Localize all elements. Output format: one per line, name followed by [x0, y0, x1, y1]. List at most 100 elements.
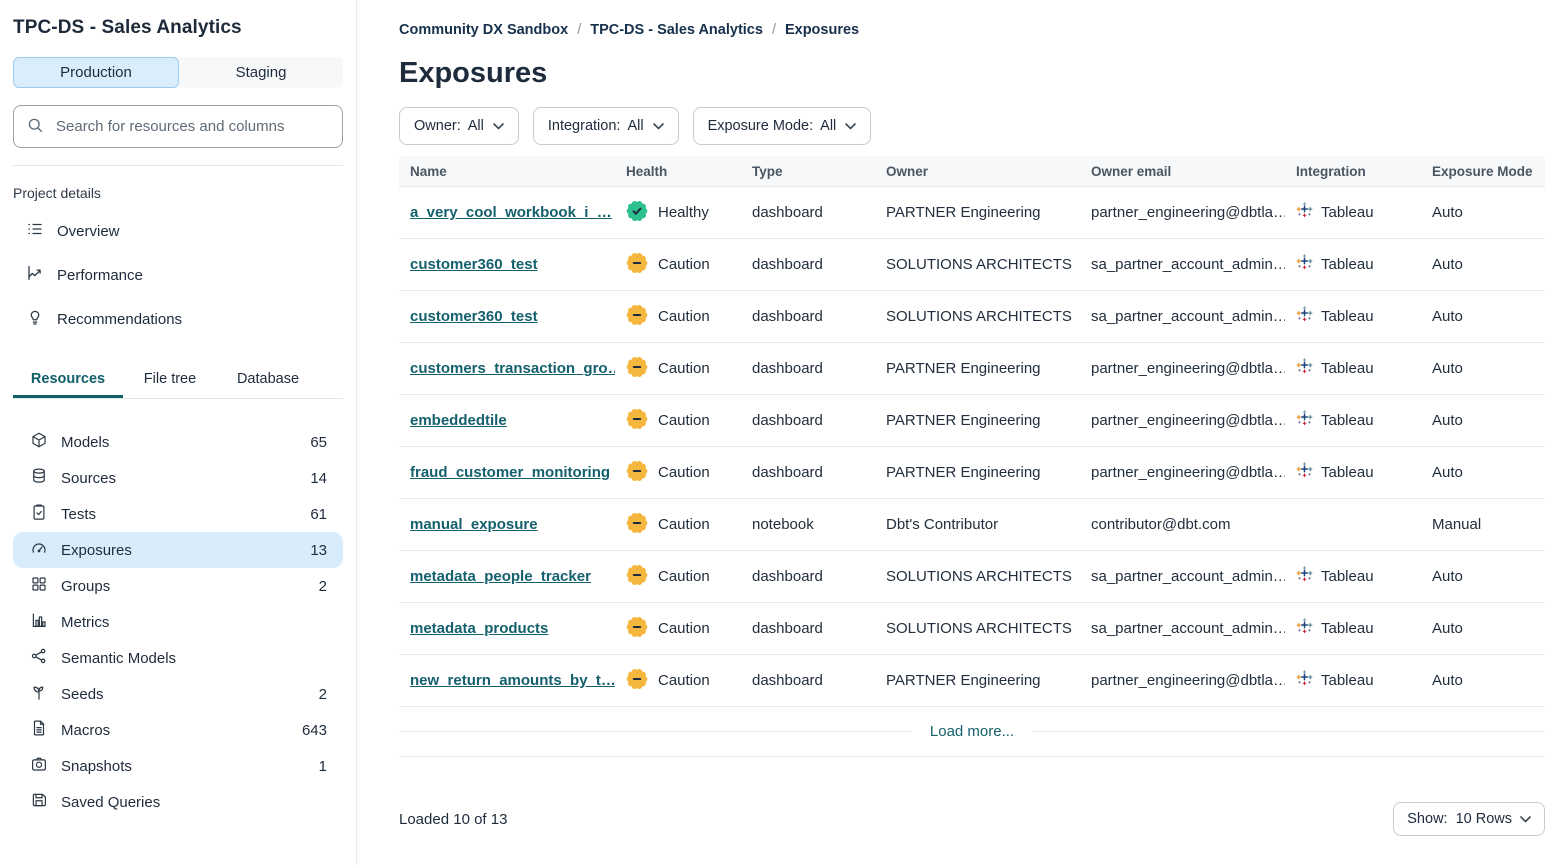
sidebar-item-semantic-models[interactable]: Semantic Models: [13, 640, 343, 676]
integration-cell: Tableau: [1285, 358, 1421, 379]
health-cell: Caution: [615, 408, 741, 434]
column-header-integration: Integration: [1285, 164, 1421, 179]
exposure-name-link[interactable]: embeddedtile: [410, 412, 507, 429]
exposure-name-link[interactable]: customers_transaction_gro…: [410, 360, 615, 377]
sidebar-item-macros[interactable]: Macros643: [13, 712, 343, 748]
table-row: a_very_cool_workbook_i_…Healthydashboard…: [399, 187, 1545, 239]
save-icon: [30, 791, 61, 813]
nav-item-overview[interactable]: Overview: [13, 209, 343, 253]
column-header-owner: Owner: [875, 164, 1080, 179]
load-more-row: Load more...: [399, 707, 1545, 757]
integration-cell: Tableau: [1285, 254, 1421, 275]
health-label: Caution: [658, 308, 710, 325]
nav-item-performance[interactable]: Performance: [13, 253, 343, 297]
owner-email-cell: contributor@dbt.com: [1080, 516, 1285, 533]
resource-count: 61: [310, 506, 327, 523]
exposure-name-link[interactable]: customer360_test: [410, 308, 538, 325]
chevron-down-icon: [653, 118, 664, 134]
tab-resources[interactable]: Resources: [13, 362, 123, 398]
file-text-icon: [30, 719, 61, 741]
exposure-name-link[interactable]: a_very_cool_workbook_i_…: [410, 204, 612, 221]
exposures-table-header: NameHealthTypeOwnerOwner emailIntegratio…: [399, 156, 1545, 187]
sidebar-item-exposures[interactable]: Exposures13: [13, 532, 343, 568]
integration-cell: Tableau: [1285, 202, 1421, 223]
filter-label: Exposure Mode:: [708, 118, 814, 134]
show-rows-dropdown[interactable]: Show: 10 Rows: [1393, 802, 1545, 836]
exposure-name-link[interactable]: new_return_amounts_by_t…: [410, 672, 615, 689]
caution-badge-icon: [626, 512, 648, 538]
health-cell: Caution: [615, 304, 741, 330]
owner-cell: PARTNER Engineering: [875, 412, 1080, 429]
exposure-name-link[interactable]: manual_exposure: [410, 516, 538, 533]
tableau-icon: [1296, 306, 1313, 327]
integration-cell: Tableau: [1285, 566, 1421, 587]
nav-item-label: Performance: [57, 267, 143, 284]
integration-label: Tableau: [1321, 620, 1374, 637]
exposure-mode-cell: Auto: [1421, 464, 1545, 481]
health-label: Caution: [658, 412, 710, 429]
resource-label: Metrics: [61, 614, 109, 631]
type-cell: dashboard: [741, 204, 875, 221]
env-tab-production[interactable]: Production: [13, 57, 179, 88]
tab-file-tree[interactable]: File tree: [123, 362, 217, 398]
search-box[interactable]: [13, 105, 343, 148]
sidebar-item-saved-queries[interactable]: Saved Queries: [13, 784, 343, 820]
tab-database[interactable]: Database: [217, 362, 319, 398]
exposure-name-link[interactable]: metadata_products: [410, 620, 548, 637]
tableau-icon: [1296, 566, 1313, 587]
integration-label: Tableau: [1321, 204, 1374, 221]
health-cell: Healthy: [615, 200, 741, 226]
integration-filter-dropdown[interactable]: Integration: All: [533, 107, 679, 145]
sidebar: TPC-DS - Sales Analytics Production Stag…: [0, 0, 357, 865]
resource-label: Exposures: [61, 542, 132, 559]
breadcrumb-item-project-root[interactable]: Community DX Sandbox: [399, 22, 568, 38]
filter-bar: Owner: All Integration: All Exposure Mod…: [399, 107, 1545, 145]
sidebar-item-snapshots[interactable]: Snapshots1: [13, 748, 343, 784]
show-label: Show:: [1407, 811, 1447, 827]
type-cell: dashboard: [741, 308, 875, 325]
table-footer: Loaded 10 of 13 Show: 10 Rows: [399, 802, 1545, 836]
sidebar-item-models[interactable]: Models65: [13, 424, 343, 460]
load-more-link[interactable]: Load more...: [912, 723, 1032, 740]
exposure-name-link[interactable]: fraud_customer_monitoring: [410, 464, 610, 481]
integration-cell: Tableau: [1285, 670, 1421, 691]
sidebar-item-seeds[interactable]: Seeds2: [13, 676, 343, 712]
resource-count: 14: [310, 470, 327, 487]
database-icon: [30, 467, 61, 489]
tableau-icon: [1296, 410, 1313, 431]
exposure-name-link[interactable]: metadata_people_tracker: [410, 568, 591, 585]
sidebar-item-groups[interactable]: Groups2: [13, 568, 343, 604]
caution-badge-icon: [626, 564, 648, 590]
owner-cell: SOLUTIONS ARCHITECTS: [875, 620, 1080, 637]
exposure-name-link[interactable]: customer360_test: [410, 256, 538, 273]
breadcrumb-item-project[interactable]: TPC-DS - Sales Analytics: [590, 22, 763, 38]
environment-toggle: Production Staging: [13, 57, 343, 88]
exposure-mode-filter-dropdown[interactable]: Exposure Mode: All: [693, 107, 872, 145]
camera-icon: [30, 755, 61, 777]
table-row: metadata_people_trackerCautiondashboardS…: [399, 551, 1545, 603]
resource-count: 65: [310, 434, 327, 451]
search-input[interactable]: [54, 117, 330, 136]
sidebar-item-tests[interactable]: Tests61: [13, 496, 343, 532]
env-tab-staging[interactable]: Staging: [179, 57, 343, 88]
sidebar-item-metrics[interactable]: Metrics: [13, 604, 343, 640]
exposure-mode-cell: Manual: [1421, 516, 1545, 533]
nav-item-label: Recommendations: [57, 311, 182, 328]
owner-filter-dropdown[interactable]: Owner: All: [399, 107, 519, 145]
health-cell: Caution: [615, 616, 741, 642]
owner-cell: PARTNER Engineering: [875, 672, 1080, 689]
owner-email-cell: partner_engineering@dbtla…: [1080, 412, 1285, 429]
resource-label: Snapshots: [61, 758, 132, 775]
sidebar-item-sources[interactable]: Sources14: [13, 460, 343, 496]
chevron-down-icon: [1520, 811, 1531, 827]
column-header-owner-email: Owner email: [1080, 164, 1285, 179]
tableau-icon: [1296, 202, 1313, 223]
nav-item-recommendations[interactable]: Recommendations: [13, 297, 343, 341]
owner-email-cell: sa_partner_account_admin…: [1080, 308, 1285, 325]
health-label: Caution: [658, 464, 710, 481]
column-header-exposure-mode: Exposure Mode: [1421, 164, 1545, 179]
resource-label: Saved Queries: [61, 794, 160, 811]
owner-email-cell: sa_partner_account_admin…: [1080, 256, 1285, 273]
type-cell: dashboard: [741, 568, 875, 585]
filter-value: All: [468, 118, 484, 134]
